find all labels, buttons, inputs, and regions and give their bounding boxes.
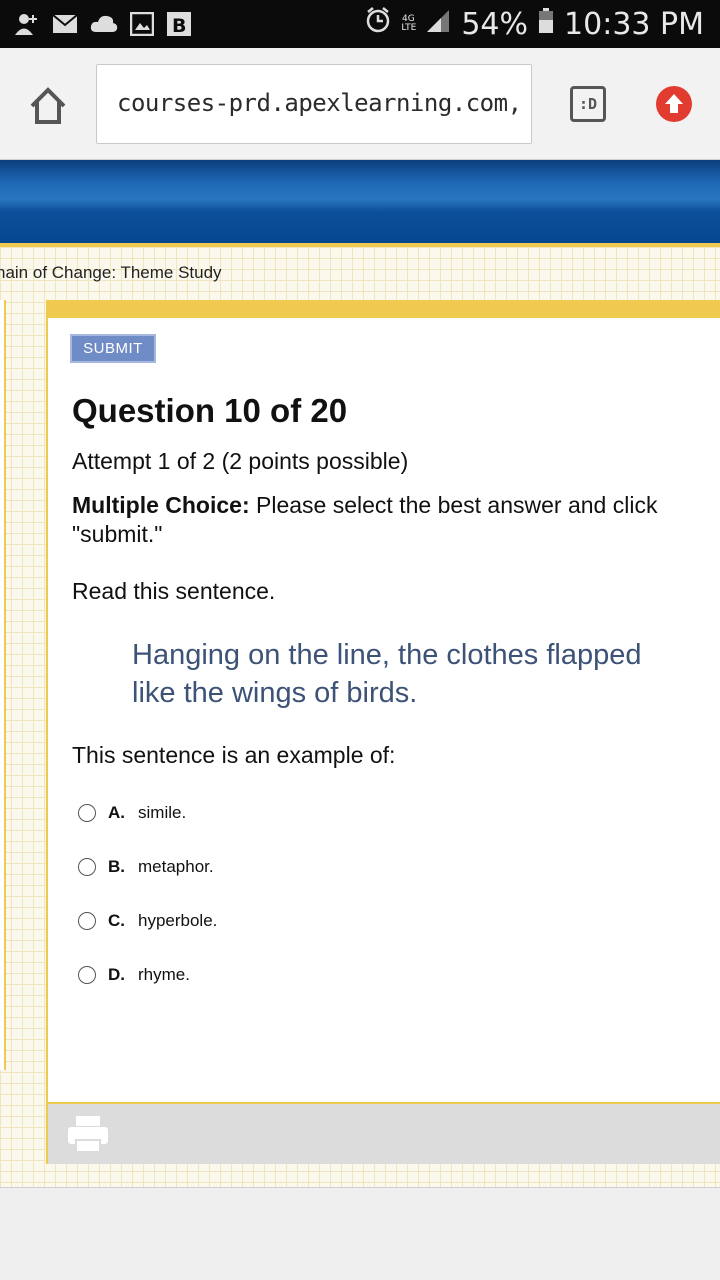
option-text: metaphor.	[138, 857, 214, 876]
card-top-bar	[48, 302, 720, 318]
tabs-icon: :D	[578, 95, 598, 113]
print-icon	[68, 1116, 108, 1153]
home-icon	[30, 87, 66, 124]
battery-percent: 54%	[461, 6, 529, 42]
option-letter: D.	[108, 965, 125, 984]
read-prompt: Read this sentence.	[72, 578, 276, 604]
radio-button[interactable]	[78, 966, 96, 984]
tabs-button[interactable]: :D	[570, 86, 606, 122]
clock: 10:33 PM	[564, 6, 704, 42]
quoted-sentence: Hanging on the line, the clothes flapped…	[132, 639, 642, 709]
home-button[interactable]	[26, 84, 70, 128]
option-text: simile.	[138, 803, 187, 822]
network-icon: 4G LTE	[401, 14, 417, 33]
option-letter: B.	[108, 857, 125, 876]
upload-icon	[665, 94, 683, 113]
site-banner	[0, 160, 720, 246]
radio-button[interactable]	[78, 858, 96, 876]
cloud-icon	[90, 14, 118, 39]
browser-toolbar: courses-prd.apexlearning.com, :D	[0, 48, 720, 160]
question-prompt: This sentence is an example of:	[72, 742, 396, 768]
notification-icons: B	[12, 10, 192, 43]
url-bar[interactable]: courses-prd.apexlearning.com,	[96, 64, 532, 144]
signal-icon	[425, 7, 451, 42]
image-icon	[129, 11, 155, 41]
option-text: hyperbole.	[138, 911, 218, 930]
alarm-icon	[365, 6, 391, 42]
option-d[interactable]: D. rhyme.	[78, 960, 190, 990]
upload-button[interactable]	[656, 86, 692, 122]
svg-text:B: B	[172, 15, 186, 37]
battery-icon	[538, 7, 554, 42]
url-text: courses-prd.apexlearning.com,	[117, 89, 522, 117]
print-button[interactable]	[66, 1114, 110, 1154]
option-c[interactable]: C. hyperbole.	[78, 906, 217, 936]
radio-button[interactable]	[78, 804, 96, 822]
status-bar: B 4G LTE 54% 10:33 PM	[0, 0, 720, 48]
left-panel	[0, 300, 6, 1070]
attempt-info: Attempt 1 of 2 (2 points possible)	[72, 448, 409, 474]
page-bottom	[0, 1187, 720, 1280]
instructions-label: Multiple Choice:	[72, 492, 250, 518]
radio-button[interactable]	[78, 912, 96, 930]
option-b[interactable]: B. metaphor.	[78, 852, 214, 882]
breadcrumb: nain of Change: Theme Study	[0, 263, 222, 282]
mail-icon	[52, 14, 78, 39]
option-a[interactable]: A. simile.	[78, 798, 186, 828]
option-letter: A.	[108, 803, 125, 822]
question-card: SUBMIT Question 10 of 20 Attempt 1 of 2 …	[46, 300, 720, 1164]
submit-button[interactable]: SUBMIT	[70, 334, 156, 363]
system-status: 4G LTE 54% 10:33 PM	[365, 6, 704, 42]
b-app-icon: B	[166, 11, 192, 42]
instructions: Multiple Choice: Please select the best …	[72, 491, 712, 549]
question-title: Question 10 of 20	[72, 392, 348, 429]
card-footer	[48, 1102, 720, 1164]
add-contact-icon	[12, 10, 40, 43]
option-text: rhyme.	[138, 965, 190, 984]
option-letter: C.	[108, 911, 125, 930]
